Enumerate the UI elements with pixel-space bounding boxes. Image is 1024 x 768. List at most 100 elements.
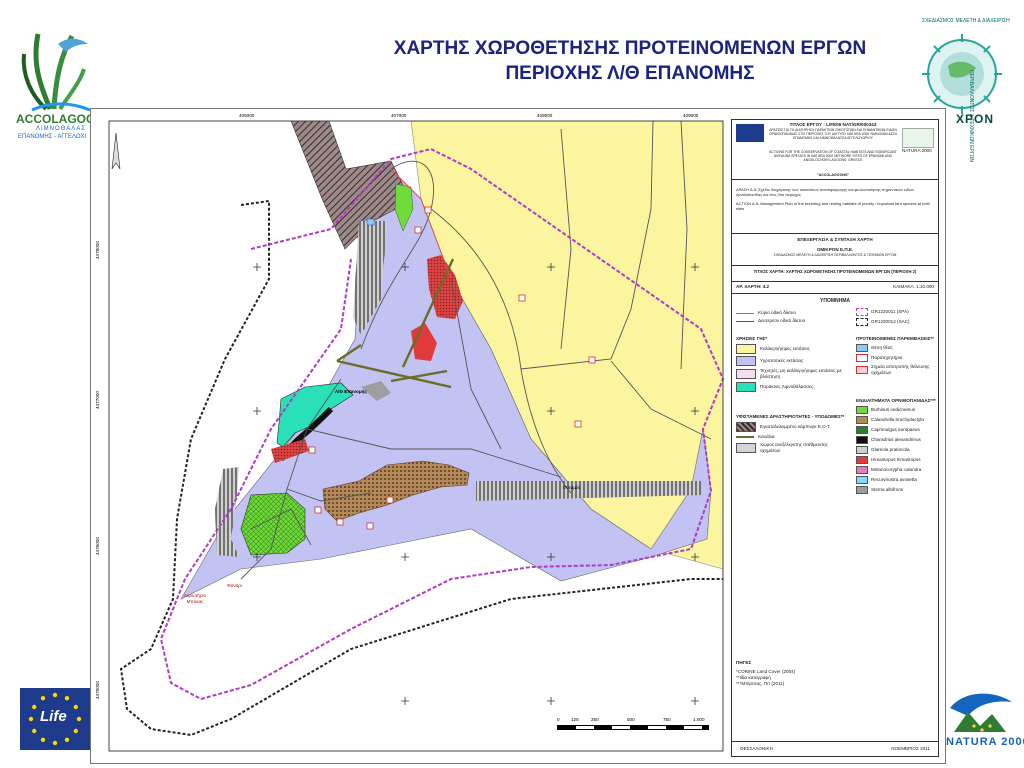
- observatory-swatch: [856, 354, 868, 362]
- map-scale: ΚΛΙΜΑΚΑ: 1:10.000: [893, 284, 934, 289]
- burhinus-habitat-south: [240, 492, 306, 556]
- reed-bird-icon: [21, 33, 91, 112]
- source-2: ***Μπίρτσας, Πιτ (2011): [736, 681, 785, 686]
- slide-title: ΧΑΡΤΗΣ ΧΩΡΟΘΕΤΗΣΗΣ ΠΡΟΤΕΙΝΟΜΕΝΩΝ ΕΡΓΩΝ Π…: [300, 36, 960, 86]
- charadrius-swatch: [856, 436, 868, 444]
- landuse-item-0: Καλλιεργήσιμες εκτάσεις: [760, 346, 810, 351]
- project-desc-en: ACTIONS FOR THE CONSERVATION OF COASTAL …: [769, 150, 897, 163]
- eu-star-icon: [40, 696, 46, 701]
- himantopus-swatch: [856, 456, 868, 464]
- eu-star-icon: [73, 704, 78, 710]
- map-legend-panel: NATURA 2000 ΤΙΤΛΟΣ ΕΡΓΟΥ : LIFE09 NAT/GR…: [731, 119, 939, 757]
- eu-star-icon: [40, 737, 46, 742]
- natura-text: NATURA 2000: [946, 736, 1024, 748]
- scale-label-4: 750: [663, 717, 671, 722]
- north-arrow-icon: [111, 133, 121, 170]
- slide-title-line2: ΠΕΡΙΟΧΗΣ Λ/Θ ΕΠΑΝΟΜΗΣ: [505, 63, 755, 84]
- calandrella-swatch: [856, 416, 868, 424]
- map-title: ΤΙΤΛΟΣ ΧΑΡΤΗ: ΧΑΡΤΗΣ ΧΩΡΟΘΕΤΗΣΗΣ ΠΡΟΤΕΙΝ…: [753, 269, 917, 274]
- action-en: ACTION A.5: Management Plan of the breed…: [736, 201, 930, 211]
- action-gr: ΔΡΑΣΗ Α.5: Σχέδιο διαχείρισης των οικοτό…: [736, 187, 914, 197]
- logo-place: ΕΠΑΝΟΜΗΣ - ΑΓΓΕΛΟΧΙ: [18, 134, 87, 140]
- life-logo: Life: [20, 688, 90, 750]
- sources-heading: ΠΗΓΕΣ: [736, 660, 752, 665]
- legend-spa: GR1220011 (SPA): [871, 309, 909, 314]
- project-desc-gr: ΔΡΑΣΕΙΣ ΓΙΑ ΤΗ ΔΙΑΤΗΡΗΣΗ ΠΑΡΑΚΤΙΩΝ ΟΙΚΟΤ…: [768, 128, 898, 141]
- eu-star-icon: [32, 704, 37, 710]
- legend-sac: GR1220012 (SAC): [871, 319, 910, 324]
- proposed-item-2: Σημεία αποτροπής θέλευσης οχημάτων: [871, 364, 930, 375]
- proposed-item-0: Θέση θέας: [871, 345, 893, 350]
- existing-item-2: Χώρος ανεξέλεγκτης στάθμευσης οχημάτων: [760, 442, 828, 453]
- eu-star-icon: [64, 737, 70, 742]
- grid-label-left-1: 4478000: [95, 241, 100, 259]
- scale-label-1: 125: [571, 717, 579, 722]
- canal-swatch: [736, 436, 754, 438]
- camping-swatch: [736, 422, 756, 432]
- habitat-item-7: Recurvirostra avosetta: [871, 477, 917, 482]
- eu-star-icon: [32, 728, 37, 734]
- label-lagoon: Λ/Θ Επανομής: [335, 389, 367, 394]
- habitat-item-1: Calandrella brachydactyla: [871, 417, 924, 422]
- proposed-heading: ΠΡΟΤΕΙΝΟΜΕΝΕΣ ΠΑΡΕΜΒΑΣΕΙΣ**: [856, 336, 934, 341]
- eu-star-icon: [76, 716, 82, 722]
- map-frame: 405000 407000 409000 409000 4478000 4477…: [90, 108, 946, 764]
- site-map: [91, 109, 731, 763]
- habitat-item-5: Himantopus himantopus: [871, 457, 921, 462]
- wetland-swatch: [736, 356, 756, 366]
- barrier-swatch: [856, 366, 868, 374]
- eu-star-icon: [52, 740, 58, 746]
- project-acronym: "ACCOLAGOONS": [816, 173, 850, 177]
- sac-swatch: [856, 318, 868, 326]
- scale-label-2: 250: [591, 717, 599, 722]
- legend-heading: ΥΠΟΜΝΗΜΑ: [820, 298, 850, 304]
- natura-bird-icon: [950, 693, 1012, 732]
- habitat-item-8: Sterna albifrons: [871, 487, 904, 492]
- slide-title-line1: ΧΑΡΤΗΣ ΧΩΡΟΘΕΤΗΣΗΣ ΠΡΟΤΕΙΝΟΜΕΝΩΝ ΕΡΓΩΝ: [393, 38, 867, 59]
- cultivated-swatch: [736, 344, 756, 354]
- natura2000-logo: NATURA 2000: [944, 682, 1024, 752]
- existing-item-0: Εγκαταλελειμμένο κάμπινγκ Ε.Ο.Τ.: [760, 424, 831, 429]
- legend-road-secondary: Δευτερεον οδικό δίκτυο: [758, 318, 806, 323]
- natura-small-icon: [902, 128, 934, 148]
- glareola-swatch: [856, 446, 868, 454]
- legend-road-main: Κύριο οδικό δίκτυο: [758, 310, 797, 315]
- viewpoint-marker: [366, 218, 375, 226]
- eu-star-icon: [52, 692, 58, 698]
- grid-label-left-3: 4476000: [95, 537, 100, 555]
- main-road-swatch: [736, 312, 754, 314]
- spa-swatch: [856, 308, 868, 316]
- label-potamos: Ποταμός: [563, 485, 581, 490]
- burhinus-swatch: [856, 406, 868, 414]
- label-cape: Ακρωτήριο Μπόκας: [183, 593, 207, 604]
- natura-small-label: NATURA 2000: [902, 148, 932, 153]
- caprimulgus-swatch: [856, 426, 868, 434]
- scale-label-5: 1.000: [693, 717, 705, 722]
- secondary-road-swatch: [736, 320, 754, 322]
- landuse-item-2: Τεχνητές, μη καλλιεργήσιμες εκτάσεις με …: [760, 368, 842, 379]
- processing-title: ΕΠΕΞΕΡΓΑΣΙΑ & ΣΥΝΤΑΞΗ ΧΑΡΤΗ: [797, 237, 873, 242]
- landuse-item-1: Υγροτοπικές εκτάσεις: [760, 358, 804, 363]
- melanocorypha-swatch: [856, 466, 868, 474]
- existing-item-1: Κανάλια: [758, 434, 775, 439]
- company-sub: ΣΧΕΔΙΑΣΜΟΣ ΜΕΛΕΤΗ & ΔΙΑΧΕΙΡΙΣΗ ΠΕΡΙΒΑΛΛΟ…: [773, 253, 897, 257]
- logo-sub: ΛΙΜΝΟΘΑΛΑΣ: [36, 126, 86, 132]
- grid-label-top-1: 405000: [239, 113, 255, 118]
- habitat-item-2: Caprimulgus europaeus: [871, 427, 920, 432]
- life-text: Life: [40, 708, 67, 725]
- habitat-heading: ΕΝΔΙΑΙΤΗΜΑΤΑ ΟΡΝΙΘΟΠΑΝΙΔΑΣ***: [856, 398, 936, 403]
- landuse-item-3: Παράκτιες Λιμνοθάλασσες: [760, 384, 814, 389]
- sterna-swatch: [856, 486, 868, 494]
- grid-label-left-2: 4477000: [95, 391, 100, 409]
- eu-star-icon: [73, 728, 78, 734]
- habitat-item-3: Charadrius alexandrinus: [871, 437, 921, 442]
- scale-label-3: 500: [627, 717, 635, 722]
- xron-arc-text: ΣΧΕΔΙΑΣΜΟΣ ΜΕΛΕΤΗ & ΔΙΑΧΕΙΡΙΣΗ: [922, 18, 1010, 24]
- xron-brand: ΧΡΟΝ: [956, 112, 995, 126]
- footer-place: ΘΕΣΣΑΛΟΝΙΚΗ: [740, 746, 773, 751]
- grid-label-left-4: 4475000: [95, 681, 100, 699]
- scale-label-0: 0: [557, 717, 560, 722]
- grid-label-top-3: 409000: [537, 113, 553, 118]
- landuse-heading: ΧΡΗΣΕΙΣ ΓΗΣ*: [736, 336, 768, 341]
- eu-star-icon: [64, 696, 70, 701]
